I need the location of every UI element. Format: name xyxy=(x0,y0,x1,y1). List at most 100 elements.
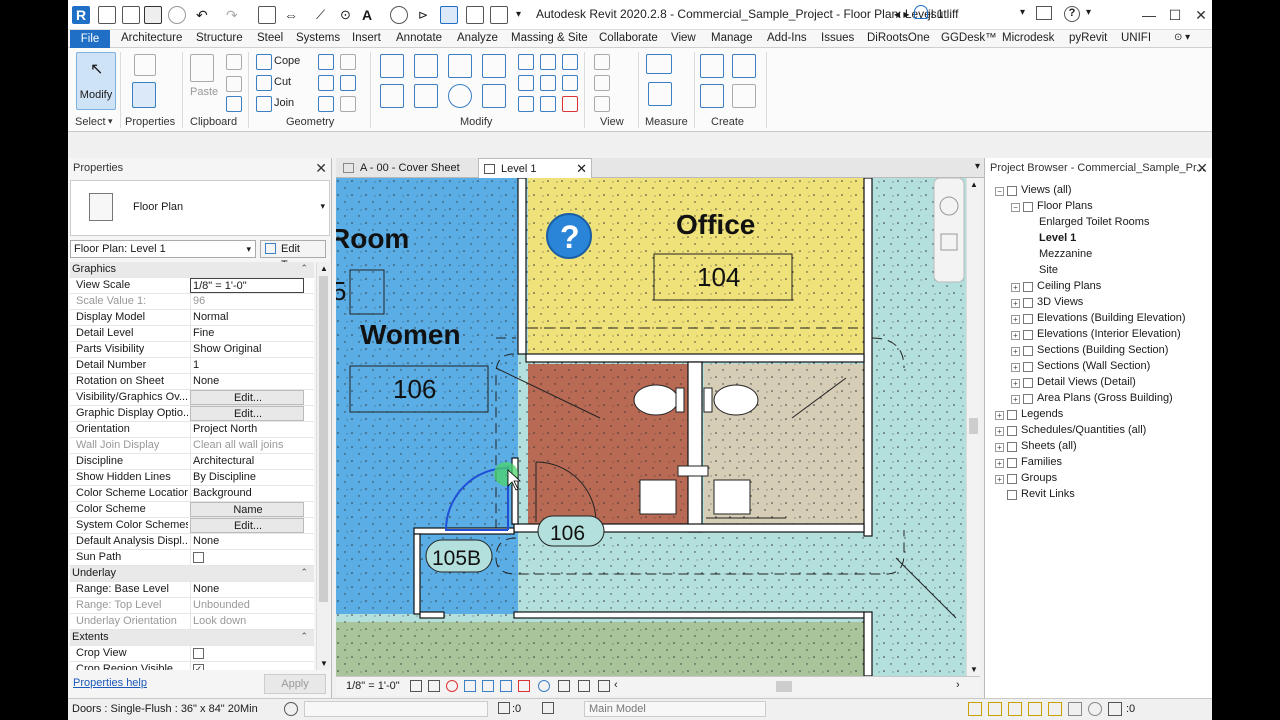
browser-item[interactable]: Area Plans (Gross Building) xyxy=(1037,392,1173,404)
crop-region-icon[interactable] xyxy=(500,680,512,692)
detail-level-icon[interactable] xyxy=(410,680,422,692)
worksharing-icon[interactable] xyxy=(578,680,590,692)
tab-structure[interactable]: Structure xyxy=(196,32,243,44)
modify-button[interactable]: ↖ Modify xyxy=(76,52,116,110)
property-checkbox[interactable]: ✓ xyxy=(190,662,304,670)
property-group[interactable]: Extents ⌃ xyxy=(70,630,314,646)
trim-multiple-icon[interactable] xyxy=(540,96,556,112)
background-process-icon[interactable] xyxy=(1068,702,1082,716)
tab-microdesk[interactable]: Microdesk xyxy=(1002,32,1054,44)
room-number-women[interactable]: 106 xyxy=(393,374,436,404)
property-row[interactable]: Range: Base Level None xyxy=(70,582,314,598)
property-value[interactable]: None xyxy=(190,374,304,389)
browser-item[interactable]: Schedules/Quantities (all) xyxy=(1021,424,1146,436)
edit-type-button[interactable]: Edit Type xyxy=(260,240,326,271)
browser-item[interactable]: Elevations (Building Elevation) xyxy=(1037,312,1186,324)
collapse-group-icon[interactable]: ⌃ xyxy=(300,567,308,578)
redo-icon[interactable]: ↷ xyxy=(226,6,244,24)
property-row[interactable]: Scale Value 1: 96 xyxy=(70,294,314,310)
property-group[interactable]: Graphics ⌃ xyxy=(70,262,314,278)
split-element-icon[interactable] xyxy=(518,54,534,70)
revit-logo-icon[interactable]: R xyxy=(72,6,90,24)
property-value[interactable]: By Discipline xyxy=(190,470,304,485)
collapse-icon[interactable]: − xyxy=(1011,203,1020,212)
browser-item[interactable]: Enlarged Toilet Rooms xyxy=(1039,216,1149,228)
property-row[interactable]: Graphic Display Optio... Edit... xyxy=(70,406,314,422)
view-scale[interactable]: 1/8" = 1'-0" xyxy=(346,680,400,692)
measure-between-icon[interactable] xyxy=(646,54,672,74)
collapse-group-icon[interactable]: ⌃ xyxy=(300,631,308,642)
aligned-dimension-icon[interactable] xyxy=(648,82,672,106)
property-value[interactable]: None xyxy=(190,534,304,549)
property-value[interactable]: None xyxy=(190,582,304,597)
align-icon[interactable] xyxy=(380,54,404,78)
visual-style-icon[interactable] xyxy=(428,680,440,692)
expand-icon[interactable]: + xyxy=(995,475,1004,484)
drawing-area[interactable]: Room 5 Office 104 Women 106 106 105B ? xyxy=(336,178,966,676)
select-pinned-icon[interactable] xyxy=(1008,702,1022,716)
property-edit-button[interactable]: Edit... xyxy=(190,518,304,533)
unchecked-icon[interactable] xyxy=(193,648,204,659)
room-name-1[interactable]: Room xyxy=(336,223,409,254)
tab-add-ins[interactable]: Add-Ins xyxy=(767,32,807,44)
scroll-thumb[interactable] xyxy=(319,276,328,602)
tabs-menu-icon[interactable]: ▾ xyxy=(975,161,980,172)
property-row[interactable]: Color Scheme Location Background xyxy=(70,486,314,502)
drag-on-selection-icon[interactable] xyxy=(1048,702,1062,716)
cope-label[interactable]: Cope xyxy=(274,55,300,67)
browser-item[interactable]: Floor Plans xyxy=(1037,200,1093,212)
tab-file[interactable]: File xyxy=(70,30,110,48)
trim-single-icon[interactable] xyxy=(562,75,578,91)
expand-icon[interactable]: + xyxy=(1011,347,1020,356)
filter-icon[interactable] xyxy=(1108,702,1122,716)
print-icon[interactable] xyxy=(258,6,276,24)
select-links-icon[interactable] xyxy=(968,702,982,716)
panel-measure[interactable]: Measure xyxy=(645,116,688,128)
section-icon[interactable]: ⊳ xyxy=(418,6,436,24)
collapse-icon[interactable]: − xyxy=(995,187,1004,196)
cut-label[interactable]: Cut xyxy=(274,76,291,88)
property-edit-button[interactable]: Name xyxy=(190,502,304,517)
offset-icon[interactable] xyxy=(414,54,438,78)
undo-icon[interactable]: ↶ xyxy=(196,6,214,24)
expand-icon[interactable]: + xyxy=(1011,283,1020,292)
design-option-dropdown[interactable]: Main Model xyxy=(584,701,766,717)
scroll-up-icon[interactable]: ▲ xyxy=(320,264,328,273)
expand-icon[interactable]: + xyxy=(1011,395,1020,404)
panel-view[interactable]: View xyxy=(600,116,624,128)
browser-item[interactable]: 3D Views xyxy=(1037,296,1083,308)
tab-analyze[interactable]: Analyze xyxy=(457,32,498,44)
browser-item[interactable]: Detail Views (Detail) xyxy=(1037,376,1136,388)
maximize-icon[interactable]: ☐ xyxy=(1164,4,1186,26)
apply-button[interactable]: Apply xyxy=(264,674,326,694)
property-checkbox[interactable] xyxy=(190,646,304,661)
property-value[interactable]: 1 xyxy=(190,358,304,373)
browser-item[interactable]: Revit Links xyxy=(1021,488,1075,500)
tab-cover-sheet[interactable]: A - 00 - Cover Sheet xyxy=(338,158,478,178)
property-row[interactable]: Detail Number 1 xyxy=(70,358,314,374)
browser-close-icon[interactable]: ✕ xyxy=(1196,158,1208,178)
remove-paint-icon[interactable] xyxy=(340,96,356,112)
room-name-women[interactable]: Women xyxy=(360,319,461,350)
property-row[interactable]: Wall Join Display Clean all wall joins xyxy=(70,438,314,454)
cut-clipboard-icon[interactable] xyxy=(226,54,242,70)
linework-icon[interactable] xyxy=(594,54,610,70)
expand-icon[interactable]: + xyxy=(1011,379,1020,388)
tab-level-1[interactable]: Level 1 ✕ xyxy=(478,158,592,178)
collapse-group-icon[interactable]: ⌃ xyxy=(300,263,308,274)
expand-icon[interactable]: + xyxy=(995,411,1004,420)
workset-icon[interactable] xyxy=(284,702,298,716)
array-icon[interactable] xyxy=(518,75,534,91)
create-parts-icon[interactable] xyxy=(732,54,756,78)
tab-massing-site[interactable]: Massing & Site xyxy=(511,32,588,44)
beam-join-icon[interactable] xyxy=(340,75,356,91)
analytical-icon[interactable] xyxy=(598,680,610,692)
view-scroll-up-icon[interactable]: ▲ xyxy=(970,180,978,189)
select-dropdown-icon[interactable]: ▾ xyxy=(108,116,113,127)
view-scroll-right-icon[interactable]: › xyxy=(956,679,960,691)
paste-icon[interactable] xyxy=(190,54,214,82)
browser-item[interactable]: Legends xyxy=(1021,408,1063,420)
crop-view-icon[interactable] xyxy=(482,680,494,692)
nav-arrows-icon[interactable]: ◂ ▸ xyxy=(894,7,909,21)
help-dropdown-icon[interactable]: ▾ xyxy=(1086,7,1091,18)
